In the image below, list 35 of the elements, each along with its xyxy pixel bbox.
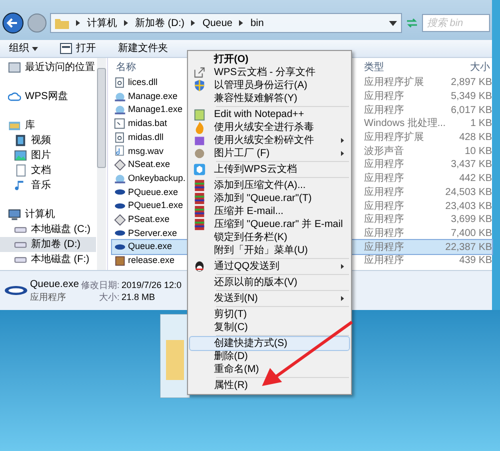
file-type: 应用程序 [363,186,405,200]
file-type: 应用程序 [363,200,405,214]
file-size: 1 KB [469,117,492,132]
file-type: 应用程序扩展 [363,130,425,146]
file-size: 6,017 KB [450,104,492,118]
date-label: 修改日期: [80,278,120,290]
file-size: 22,387 KB [444,240,492,255]
file-size: 3,699 KB [450,213,492,228]
file-type: 波形声音 [363,144,405,158]
file-size: 10 KB [464,144,492,159]
file-type: 应用程序 [363,90,405,104]
file-type: 应用程序 [363,104,405,118]
file-type: 应用程序扩展 [363,76,425,90]
file-size: 24,503 KB [444,186,492,200]
file-type: Windows 批处理... [363,116,444,132]
file-name: Queue.exe [128,240,172,254]
file-type: 应用程序 [363,158,405,172]
file-type: 应用程序 [30,290,67,302]
file-name: Queue.exe [30,278,79,290]
file-type: 应用程序 [363,212,405,228]
file-size: 442 KB [458,172,492,186]
file-size: 21.8 MB [121,290,156,302]
file-size: 428 KB [458,131,492,146]
file-size: 7,400 KB [450,226,492,241]
file-type: 应用程序 [363,240,405,255]
file-size: 5,349 KB [450,90,492,104]
modified-date: 2019/7/26 12:0 [121,278,182,290]
file-type: 应用程序 [363,172,405,186]
file-size: 439 KB [458,254,492,268]
file-type: 应用程序 [363,254,405,268]
file-type: 应用程序 [363,226,405,241]
file-size: 23,403 KB [444,200,492,214]
size-label: 大小: [98,290,120,302]
file-size: 3,437 KB [450,158,492,172]
file-size: 2,897 KB [450,76,492,90]
